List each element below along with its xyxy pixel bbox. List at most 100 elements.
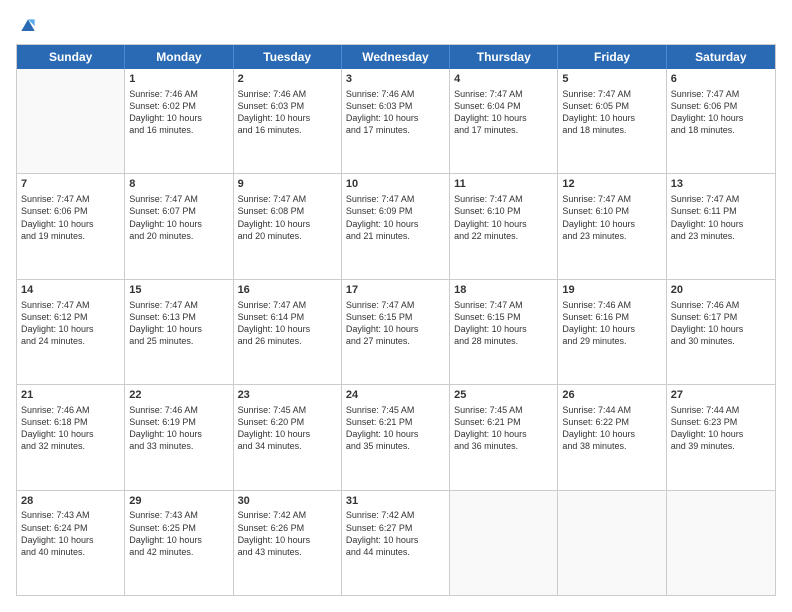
- day-number: 24: [346, 388, 445, 403]
- day-number: 2: [238, 72, 337, 87]
- cell-info: Sunrise: 7:46 AMSunset: 6:18 PMDaylight:…: [21, 404, 120, 453]
- cell-info: Sunrise: 7:45 AMSunset: 6:21 PMDaylight:…: [454, 404, 553, 453]
- day-cell-1: 1Sunrise: 7:46 AMSunset: 6:02 PMDaylight…: [125, 69, 233, 173]
- day-cell-16: 16Sunrise: 7:47 AMSunset: 6:14 PMDayligh…: [234, 280, 342, 384]
- day-number: 17: [346, 283, 445, 298]
- day-cell-30: 30Sunrise: 7:42 AMSunset: 6:26 PMDayligh…: [234, 491, 342, 595]
- day-cell-2: 2Sunrise: 7:46 AMSunset: 6:03 PMDaylight…: [234, 69, 342, 173]
- day-number: 3: [346, 72, 445, 87]
- day-number: 30: [238, 494, 337, 509]
- day-cell-10: 10Sunrise: 7:47 AMSunset: 6:09 PMDayligh…: [342, 174, 450, 278]
- calendar-header: SundayMondayTuesdayWednesdayThursdayFrid…: [17, 45, 775, 69]
- day-cell-31: 31Sunrise: 7:42 AMSunset: 6:27 PMDayligh…: [342, 491, 450, 595]
- day-number: 18: [454, 283, 553, 298]
- day-number: 28: [21, 494, 120, 509]
- day-cell-17: 17Sunrise: 7:47 AMSunset: 6:15 PMDayligh…: [342, 280, 450, 384]
- day-number: 11: [454, 177, 553, 192]
- day-cell-20: 20Sunrise: 7:46 AMSunset: 6:17 PMDayligh…: [667, 280, 775, 384]
- cell-info: Sunrise: 7:46 AMSunset: 6:02 PMDaylight:…: [129, 88, 228, 137]
- day-cell-28: 28Sunrise: 7:43 AMSunset: 6:24 PMDayligh…: [17, 491, 125, 595]
- day-number: 16: [238, 283, 337, 298]
- cell-info: Sunrise: 7:47 AMSunset: 6:13 PMDaylight:…: [129, 299, 228, 348]
- cell-info: Sunrise: 7:44 AMSunset: 6:22 PMDaylight:…: [562, 404, 661, 453]
- day-cell-21: 21Sunrise: 7:46 AMSunset: 6:18 PMDayligh…: [17, 385, 125, 489]
- day-cell-6: 6Sunrise: 7:47 AMSunset: 6:06 PMDaylight…: [667, 69, 775, 173]
- logo-icon: [18, 16, 38, 36]
- day-number: 22: [129, 388, 228, 403]
- calendar-week-5: 28Sunrise: 7:43 AMSunset: 6:24 PMDayligh…: [17, 491, 775, 595]
- day-cell-12: 12Sunrise: 7:47 AMSunset: 6:10 PMDayligh…: [558, 174, 666, 278]
- cell-info: Sunrise: 7:46 AMSunset: 6:03 PMDaylight:…: [346, 88, 445, 137]
- day-cell-11: 11Sunrise: 7:47 AMSunset: 6:10 PMDayligh…: [450, 174, 558, 278]
- day-cell-23: 23Sunrise: 7:45 AMSunset: 6:20 PMDayligh…: [234, 385, 342, 489]
- cell-info: Sunrise: 7:42 AMSunset: 6:27 PMDaylight:…: [346, 509, 445, 558]
- header-day-tuesday: Tuesday: [234, 45, 342, 69]
- day-cell-13: 13Sunrise: 7:47 AMSunset: 6:11 PMDayligh…: [667, 174, 775, 278]
- day-cell-24: 24Sunrise: 7:45 AMSunset: 6:21 PMDayligh…: [342, 385, 450, 489]
- day-number: 13: [671, 177, 771, 192]
- cell-info: Sunrise: 7:46 AMSunset: 6:16 PMDaylight:…: [562, 299, 661, 348]
- cell-info: Sunrise: 7:45 AMSunset: 6:20 PMDaylight:…: [238, 404, 337, 453]
- header-day-monday: Monday: [125, 45, 233, 69]
- calendar-week-1: 1Sunrise: 7:46 AMSunset: 6:02 PMDaylight…: [17, 69, 775, 174]
- cell-info: Sunrise: 7:47 AMSunset: 6:05 PMDaylight:…: [562, 88, 661, 137]
- day-cell-7: 7Sunrise: 7:47 AMSunset: 6:06 PMDaylight…: [17, 174, 125, 278]
- cell-info: Sunrise: 7:47 AMSunset: 6:09 PMDaylight:…: [346, 193, 445, 242]
- cell-info: Sunrise: 7:47 AMSunset: 6:15 PMDaylight:…: [454, 299, 553, 348]
- day-number: 4: [454, 72, 553, 87]
- header: [16, 16, 776, 36]
- day-number: 7: [21, 177, 120, 192]
- cell-info: Sunrise: 7:47 AMSunset: 6:06 PMDaylight:…: [21, 193, 120, 242]
- header-day-friday: Friday: [558, 45, 666, 69]
- day-number: 1: [129, 72, 228, 87]
- header-day-sunday: Sunday: [17, 45, 125, 69]
- cell-info: Sunrise: 7:47 AMSunset: 6:11 PMDaylight:…: [671, 193, 771, 242]
- cell-info: Sunrise: 7:46 AMSunset: 6:03 PMDaylight:…: [238, 88, 337, 137]
- header-day-wednesday: Wednesday: [342, 45, 450, 69]
- empty-cell: [450, 491, 558, 595]
- cell-info: Sunrise: 7:43 AMSunset: 6:25 PMDaylight:…: [129, 509, 228, 558]
- day-number: 27: [671, 388, 771, 403]
- day-number: 29: [129, 494, 228, 509]
- day-number: 5: [562, 72, 661, 87]
- cell-info: Sunrise: 7:43 AMSunset: 6:24 PMDaylight:…: [21, 509, 120, 558]
- day-number: 21: [21, 388, 120, 403]
- day-cell-22: 22Sunrise: 7:46 AMSunset: 6:19 PMDayligh…: [125, 385, 233, 489]
- day-number: 26: [562, 388, 661, 403]
- cell-info: Sunrise: 7:42 AMSunset: 6:26 PMDaylight:…: [238, 509, 337, 558]
- day-cell-8: 8Sunrise: 7:47 AMSunset: 6:07 PMDaylight…: [125, 174, 233, 278]
- calendar-week-3: 14Sunrise: 7:47 AMSunset: 6:12 PMDayligh…: [17, 280, 775, 385]
- calendar-week-4: 21Sunrise: 7:46 AMSunset: 6:18 PMDayligh…: [17, 385, 775, 490]
- logo: [16, 16, 38, 36]
- cell-info: Sunrise: 7:47 AMSunset: 6:10 PMDaylight:…: [562, 193, 661, 242]
- cell-info: Sunrise: 7:47 AMSunset: 6:15 PMDaylight:…: [346, 299, 445, 348]
- cell-info: Sunrise: 7:47 AMSunset: 6:10 PMDaylight:…: [454, 193, 553, 242]
- day-number: 31: [346, 494, 445, 509]
- day-number: 9: [238, 177, 337, 192]
- day-cell-14: 14Sunrise: 7:47 AMSunset: 6:12 PMDayligh…: [17, 280, 125, 384]
- page: SundayMondayTuesdayWednesdayThursdayFrid…: [0, 0, 792, 612]
- day-cell-15: 15Sunrise: 7:47 AMSunset: 6:13 PMDayligh…: [125, 280, 233, 384]
- cell-info: Sunrise: 7:47 AMSunset: 6:04 PMDaylight:…: [454, 88, 553, 137]
- day-number: 8: [129, 177, 228, 192]
- day-number: 19: [562, 283, 661, 298]
- calendar-week-2: 7Sunrise: 7:47 AMSunset: 6:06 PMDaylight…: [17, 174, 775, 279]
- day-cell-25: 25Sunrise: 7:45 AMSunset: 6:21 PMDayligh…: [450, 385, 558, 489]
- empty-cell: [667, 491, 775, 595]
- day-number: 25: [454, 388, 553, 403]
- day-cell-29: 29Sunrise: 7:43 AMSunset: 6:25 PMDayligh…: [125, 491, 233, 595]
- day-cell-26: 26Sunrise: 7:44 AMSunset: 6:22 PMDayligh…: [558, 385, 666, 489]
- day-number: 6: [671, 72, 771, 87]
- cell-info: Sunrise: 7:47 AMSunset: 6:14 PMDaylight:…: [238, 299, 337, 348]
- day-number: 14: [21, 283, 120, 298]
- day-number: 23: [238, 388, 337, 403]
- day-cell-4: 4Sunrise: 7:47 AMSunset: 6:04 PMDaylight…: [450, 69, 558, 173]
- cell-info: Sunrise: 7:46 AMSunset: 6:19 PMDaylight:…: [129, 404, 228, 453]
- cell-info: Sunrise: 7:46 AMSunset: 6:17 PMDaylight:…: [671, 299, 771, 348]
- day-number: 10: [346, 177, 445, 192]
- day-number: 20: [671, 283, 771, 298]
- cell-info: Sunrise: 7:45 AMSunset: 6:21 PMDaylight:…: [346, 404, 445, 453]
- day-cell-3: 3Sunrise: 7:46 AMSunset: 6:03 PMDaylight…: [342, 69, 450, 173]
- day-cell-19: 19Sunrise: 7:46 AMSunset: 6:16 PMDayligh…: [558, 280, 666, 384]
- calendar-body: 1Sunrise: 7:46 AMSunset: 6:02 PMDaylight…: [17, 69, 775, 595]
